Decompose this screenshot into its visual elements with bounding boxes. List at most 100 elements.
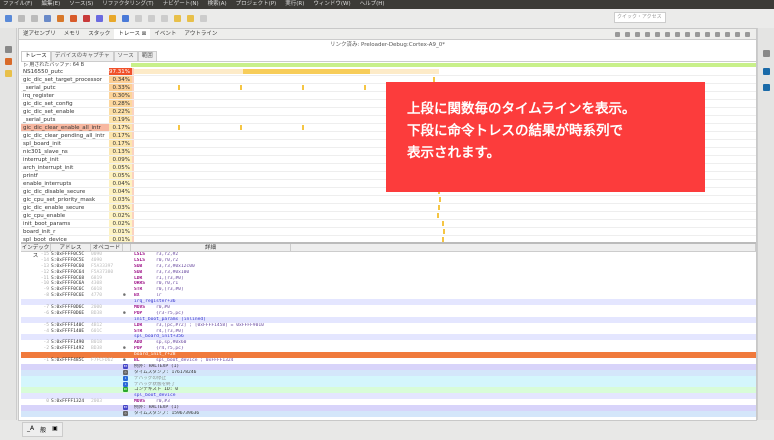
operands: spl_boot_device ; 0xFFFF1324: [156, 358, 234, 364]
function-percent: 0.01%: [109, 228, 132, 235]
annotation-line: 上段に関数毎のタイムラインを表示。: [407, 101, 636, 117]
function-percent: 0.17%: [109, 124, 132, 131]
trace-row[interactable]: ◷ タイムスタンプ: 1596739636: [21, 411, 756, 417]
toolbar-button-icon[interactable]: [122, 15, 129, 22]
toolbar-button-icon[interactable]: [161, 15, 168, 22]
operands: r0,[r3,#0]: [156, 287, 184, 293]
timeline-mark: [301, 85, 304, 90]
operands: {r3-r5,pc}: [156, 310, 184, 316]
timeline-mark: [177, 85, 180, 90]
menu-item[interactable]: リファクタリング(T): [102, 0, 153, 9]
view-action-icon[interactable]: [665, 31, 670, 37]
function-percent: 0.28%: [109, 100, 132, 107]
function-percent: 0.05%: [109, 164, 132, 171]
function-percent: 0.02%: [109, 212, 132, 219]
function-percent: 0.34%: [109, 76, 132, 83]
toolbar-button-icon[interactable]: [18, 15, 25, 22]
column-header[interactable]: オペコード: [91, 244, 123, 251]
function-row[interactable]: gic_cpu_enable 0.02%: [21, 212, 756, 220]
operands: sp,sp,#0x60: [156, 340, 187, 346]
folder-icon[interactable]: [5, 70, 12, 77]
column-header[interactable]: インデックス: [21, 244, 51, 259]
toolbar-button-icon[interactable]: [44, 15, 51, 22]
column-header[interactable]: 詳細: [131, 244, 291, 251]
console-icon[interactable]: [763, 68, 770, 75]
timeline-track: [132, 204, 756, 211]
restore-icon[interactable]: [763, 50, 770, 57]
event-icon: i: [123, 375, 128, 381]
toolbar-button-icon[interactable]: [200, 15, 207, 22]
view-action-icon[interactable]: [685, 31, 690, 37]
function-row[interactable]: board_init_r 0.01%: [21, 228, 756, 236]
tab-view[interactable]: アウトライン: [180, 29, 221, 39]
function-percent: 0.04%: [109, 180, 132, 187]
toolbar-button-icon[interactable]: [148, 15, 155, 22]
event-icon: i: [123, 381, 128, 387]
function-name: gic_dic_clear_enable_all_intr: [21, 124, 109, 131]
view-action-icon[interactable]: [655, 31, 660, 37]
timeline-bar: [242, 69, 371, 74]
timeline-track: [132, 220, 756, 227]
menu-item[interactable]: ナビゲート(N): [163, 0, 199, 9]
quick-access-input[interactable]: クイック・アクセス: [614, 12, 666, 23]
column-header-filler: [291, 244, 756, 251]
tab-view[interactable]: トレース ⊠: [114, 29, 151, 39]
menu-item[interactable]: ヘルプ(H): [360, 0, 385, 9]
view-action-icon[interactable]: [635, 31, 640, 37]
menu-item[interactable]: ソース(S): [69, 0, 93, 9]
menu-item[interactable]: 編集(E): [41, 0, 60, 9]
view-action-icon[interactable]: [645, 31, 650, 37]
status-bar: _A 般 ▣: [22, 422, 63, 437]
view-action-icon[interactable]: [745, 31, 750, 37]
menu-item[interactable]: 実行(R): [285, 0, 304, 9]
view-action-icon[interactable]: [695, 31, 700, 37]
function-row[interactable]: gic_cpu_set_priority_mask 0.03%: [21, 196, 756, 204]
column-header[interactable]: [123, 244, 131, 251]
timeline-mark: [364, 85, 367, 90]
function-row[interactable]: gic_dic_enable_secure 0.03%: [21, 204, 756, 212]
restore-icon[interactable]: [5, 46, 12, 53]
view-action-icon[interactable]: [675, 31, 680, 37]
toolbar-button-icon[interactable]: [31, 15, 38, 22]
toolbar-button-icon[interactable]: [5, 15, 12, 22]
view-action-icon[interactable]: [615, 31, 620, 37]
view-action-icon[interactable]: [625, 31, 630, 37]
tab-view[interactable]: スタック: [84, 29, 114, 39]
menu-item[interactable]: ファイル(F): [3, 0, 32, 9]
toolbar-button-icon[interactable]: [109, 15, 116, 22]
function-name: gic_cpu_set_priority_mask: [23, 197, 96, 203]
menu-item[interactable]: プロジェクト(P): [236, 0, 277, 9]
menu-item[interactable]: ウィンドウ(W): [313, 0, 350, 9]
link-status: リンク済み: Preloader-Debug:Cortex-A9_0*: [329, 42, 446, 48]
view-action-icon[interactable]: [735, 31, 740, 37]
menu-item[interactable]: 検索(A): [208, 0, 227, 9]
view-action-icon[interactable]: [725, 31, 730, 37]
annotation-callout: 上段に関数毎のタイムラインを表示。 下段に命令トレスの結果が時系列で 表示されま…: [386, 82, 705, 192]
bottom-tool-icon[interactable]: ▣: [52, 425, 58, 434]
bottom-tool-icon[interactable]: 般: [40, 425, 46, 434]
column-header[interactable]: アドレス: [51, 244, 91, 251]
operands: r3,r3,#0x100: [156, 269, 190, 275]
view-tabs: 逆アセンブリ メモリ スタック トレース ⊠ イベント アウトライン: [19, 29, 756, 40]
function-percent: 0.19%: [109, 116, 132, 123]
debug-icon[interactable]: [5, 58, 12, 65]
function-row[interactable]: NS16550_putc 97.31%: [21, 68, 756, 76]
tab-view[interactable]: イベント: [150, 29, 180, 39]
bottom-tool-icon[interactable]: _A: [27, 425, 34, 434]
tab-view[interactable]: メモリ: [60, 29, 85, 39]
view-action-icon[interactable]: [715, 31, 720, 37]
function-percent: 0.09%: [109, 156, 132, 163]
view-icon[interactable]: [763, 84, 770, 91]
toolbar-button-icon[interactable]: [135, 15, 142, 22]
toolbar-button-icon[interactable]: [70, 15, 77, 22]
function-row[interactable]: init_boot_params 0.02%: [21, 220, 756, 228]
toolbar-button-icon[interactable]: [96, 15, 103, 22]
toolbar-button-icon[interactable]: [174, 15, 181, 22]
view-action-icon[interactable]: [705, 31, 710, 37]
function-name: arch_interrupt_init: [23, 165, 74, 171]
timeline-mark: [239, 125, 242, 130]
toolbar-button-icon[interactable]: [187, 15, 194, 22]
tab-view[interactable]: 逆アセンブリ: [19, 29, 60, 39]
toolbar-button-icon[interactable]: [57, 15, 64, 22]
toolbar-button-icon[interactable]: [83, 15, 90, 22]
